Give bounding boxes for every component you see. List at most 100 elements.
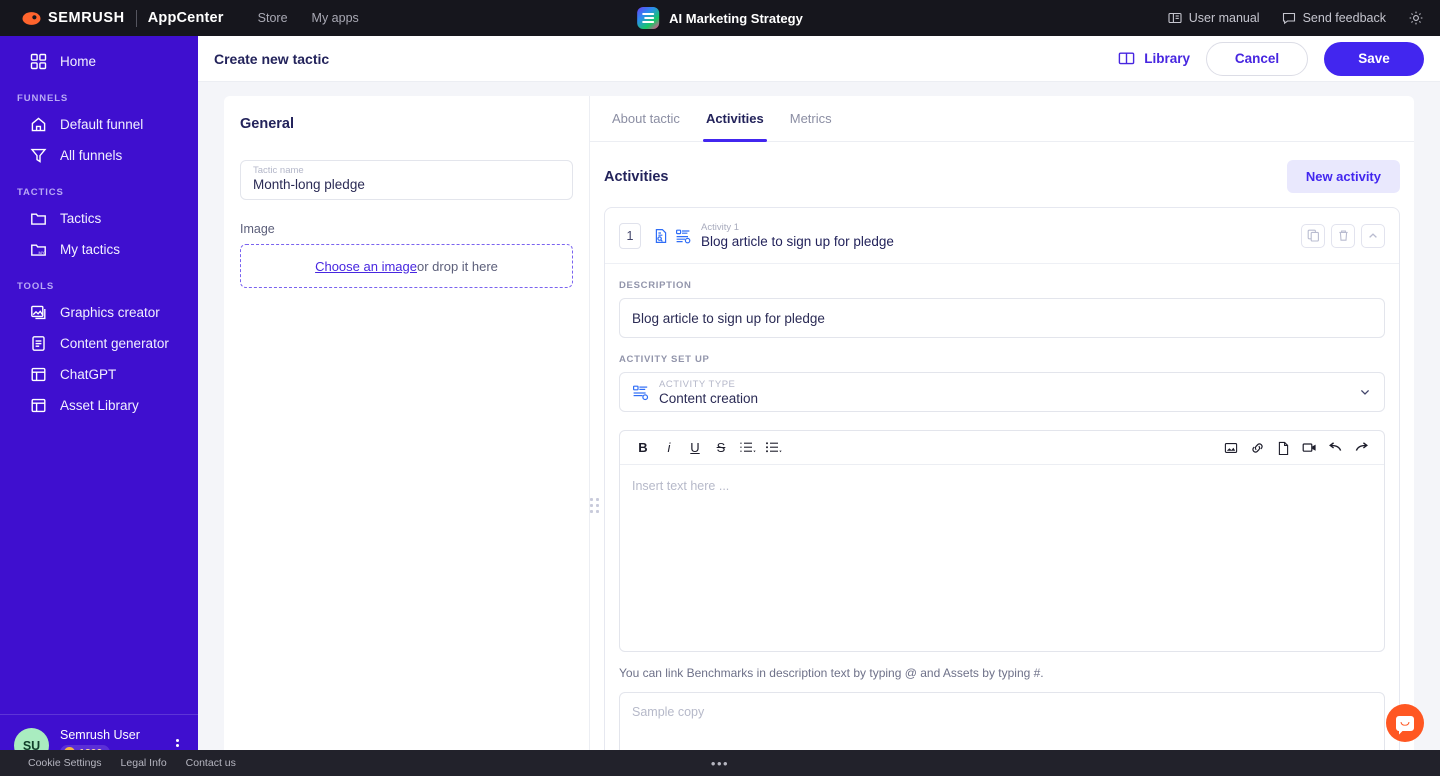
top-bar: SEMRUSH AppCenter Store My apps AI Marke… bbox=[0, 0, 1440, 36]
choose-an-image-link[interactable]: Choose an image bbox=[315, 259, 417, 274]
sidebar-item-asset-library-label: Asset Library bbox=[60, 398, 139, 413]
ordered-list-button[interactable] bbox=[734, 435, 760, 461]
new-activity-button[interactable]: New activity bbox=[1287, 160, 1400, 193]
tactic-name-field[interactable]: Tactic name Month-long pledge bbox=[240, 160, 573, 200]
editor-toolbar: B i U S bbox=[620, 431, 1384, 465]
sidebar-item-asset-library[interactable]: Asset Library bbox=[0, 390, 198, 421]
copy-icon bbox=[1307, 229, 1320, 242]
app-title: AI Marketing Strategy bbox=[669, 11, 803, 26]
sidebar-item-chatgpt-label: ChatGPT bbox=[60, 367, 116, 382]
strikethrough-button[interactable]: S bbox=[708, 435, 734, 461]
document-lines-icon bbox=[28, 334, 48, 354]
footer-contact-us[interactable]: Contact us bbox=[186, 757, 236, 769]
footer-cookie-settings[interactable]: Cookie Settings bbox=[28, 757, 102, 769]
tab-activities[interactable]: Activities bbox=[698, 96, 772, 142]
activity-number: 1 bbox=[619, 223, 641, 249]
rich-text-editor: B i U S bbox=[619, 430, 1385, 652]
send-feedback-label: Send feedback bbox=[1303, 11, 1386, 25]
sidebar-group-funnels: FUNNELS bbox=[0, 93, 198, 104]
sidebar-item-tactics[interactable]: Tactics bbox=[0, 203, 198, 234]
footer-more-button[interactable]: ••• bbox=[711, 756, 729, 771]
italic-button[interactable]: i bbox=[656, 435, 682, 461]
book-open-icon bbox=[1118, 50, 1135, 67]
redo-button[interactable] bbox=[1348, 435, 1374, 461]
detail-tabs: About tactic Activities Metrics bbox=[590, 96, 1414, 142]
sample-copy-input[interactable]: Sample copy bbox=[619, 692, 1385, 750]
cancel-button[interactable]: Cancel bbox=[1206, 42, 1308, 76]
activity-row-header[interactable]: 1 Activity 1 Blog article to sign up fo bbox=[605, 208, 1399, 264]
user-name: Semrush User bbox=[60, 728, 170, 742]
gear-icon bbox=[1408, 10, 1424, 26]
brand-appcenter-text: AppCenter bbox=[148, 10, 224, 26]
editor-toolbar-right bbox=[1218, 435, 1374, 461]
sidebar-item-default-funnel[interactable]: Default funnel bbox=[0, 109, 198, 140]
settings-button[interactable] bbox=[1408, 10, 1424, 26]
footer-legal-info[interactable]: Legal Info bbox=[121, 757, 167, 769]
duplicate-activity-button[interactable] bbox=[1301, 224, 1325, 248]
insert-link-button[interactable] bbox=[1244, 435, 1270, 461]
tab-about-tactic[interactable]: About tactic bbox=[604, 96, 688, 142]
house-icon bbox=[28, 115, 48, 135]
user-manual-button[interactable]: User manual bbox=[1168, 11, 1260, 25]
sidebar-item-graphics-creator[interactable]: Graphics creator bbox=[0, 297, 198, 328]
dropzone-hint: or drop it here bbox=[417, 259, 498, 274]
sidebar-item-home[interactable]: Home bbox=[0, 46, 198, 77]
delete-activity-button[interactable] bbox=[1331, 224, 1355, 248]
spacer bbox=[619, 338, 1385, 354]
tactic-name-input[interactable]: Month-long pledge bbox=[253, 177, 560, 192]
sidebar-item-all-funnels[interactable]: All funnels bbox=[0, 140, 198, 171]
library-label: Library bbox=[1144, 51, 1190, 66]
sidebar-group-tactics: TACTICS bbox=[0, 187, 198, 198]
sidebar-item-home-label: Home bbox=[60, 54, 96, 69]
activity-type-value: Content creation bbox=[659, 391, 1358, 406]
bold-button[interactable]: B bbox=[630, 435, 656, 461]
sidebar-item-my-tactics[interactable]: MY My tactics bbox=[0, 234, 198, 265]
insert-image-button[interactable] bbox=[1218, 435, 1244, 461]
library-button[interactable]: Library bbox=[1118, 50, 1190, 67]
page-subheader: Create new tactic Library Cancel Save bbox=[198, 36, 1440, 82]
panes: General Tactic name Month-long pledge Im… bbox=[224, 96, 1414, 750]
current-app: AI Marketing Strategy bbox=[637, 7, 803, 29]
tab-metrics[interactable]: Metrics bbox=[782, 96, 840, 142]
topnav-store[interactable]: Store bbox=[258, 11, 288, 25]
activity-setup-label: ACTIVITY SET UP bbox=[619, 354, 1385, 365]
general-pane: General Tactic name Month-long pledge Im… bbox=[224, 96, 590, 750]
image-icon bbox=[28, 303, 48, 323]
brand-semrush-text: SEMRUSH bbox=[48, 10, 125, 26]
page-title: Create new tactic bbox=[214, 51, 329, 67]
top-nav: Store My apps bbox=[258, 11, 359, 25]
activities-title: Activities bbox=[604, 169, 668, 185]
user-manual-label: User manual bbox=[1189, 11, 1260, 25]
activity-tools bbox=[1301, 224, 1385, 248]
semrush-brand[interactable]: SEMRUSH AppCenter bbox=[22, 9, 224, 28]
editor-text-area[interactable]: Insert text here ... bbox=[620, 465, 1384, 651]
image-dropzone[interactable]: Choose an image or drop it here bbox=[240, 244, 573, 288]
underline-button[interactable]: U bbox=[682, 435, 708, 461]
sidebar-group-tools: TOOLS bbox=[0, 281, 198, 292]
activity-type-meta: ACTIVITY TYPE Content creation bbox=[659, 379, 1358, 406]
insert-video-button[interactable] bbox=[1296, 435, 1322, 461]
content-creation-icon bbox=[675, 228, 691, 244]
sidebar-item-chatgpt[interactable]: ChatGPT bbox=[0, 359, 198, 390]
folder-icon bbox=[28, 209, 48, 229]
unordered-list-button[interactable] bbox=[760, 435, 786, 461]
sidebar-item-content-generator[interactable]: Content generator bbox=[0, 328, 198, 359]
app-root: SEMRUSH AppCenter Store My apps AI Marke… bbox=[0, 0, 1440, 776]
save-button[interactable]: Save bbox=[1324, 42, 1424, 76]
chevron-down-icon[interactable] bbox=[1358, 385, 1372, 399]
sidebar-item-all-funnels-label: All funnels bbox=[60, 148, 122, 163]
sidebar: Home FUNNELS Default funnel All funnels … bbox=[0, 36, 198, 776]
topnav-my-apps[interactable]: My apps bbox=[312, 11, 359, 25]
support-chat-button[interactable] bbox=[1386, 704, 1424, 742]
collapse-activity-button[interactable] bbox=[1361, 224, 1385, 248]
document-search-icon bbox=[653, 228, 669, 244]
sidebar-item-default-funnel-label: Default funnel bbox=[60, 117, 143, 132]
general-title: General bbox=[240, 116, 573, 132]
activity-type-icons bbox=[653, 228, 691, 244]
send-feedback-button[interactable]: Send feedback bbox=[1282, 11, 1386, 25]
sidebar-item-content-generator-label: Content generator bbox=[60, 336, 169, 351]
insert-file-button[interactable] bbox=[1270, 435, 1296, 461]
description-input[interactable]: Blog article to sign up for pledge bbox=[619, 298, 1385, 338]
undo-button[interactable] bbox=[1322, 435, 1348, 461]
activity-type-select[interactable]: ACTIVITY TYPE Content creation bbox=[619, 372, 1385, 412]
